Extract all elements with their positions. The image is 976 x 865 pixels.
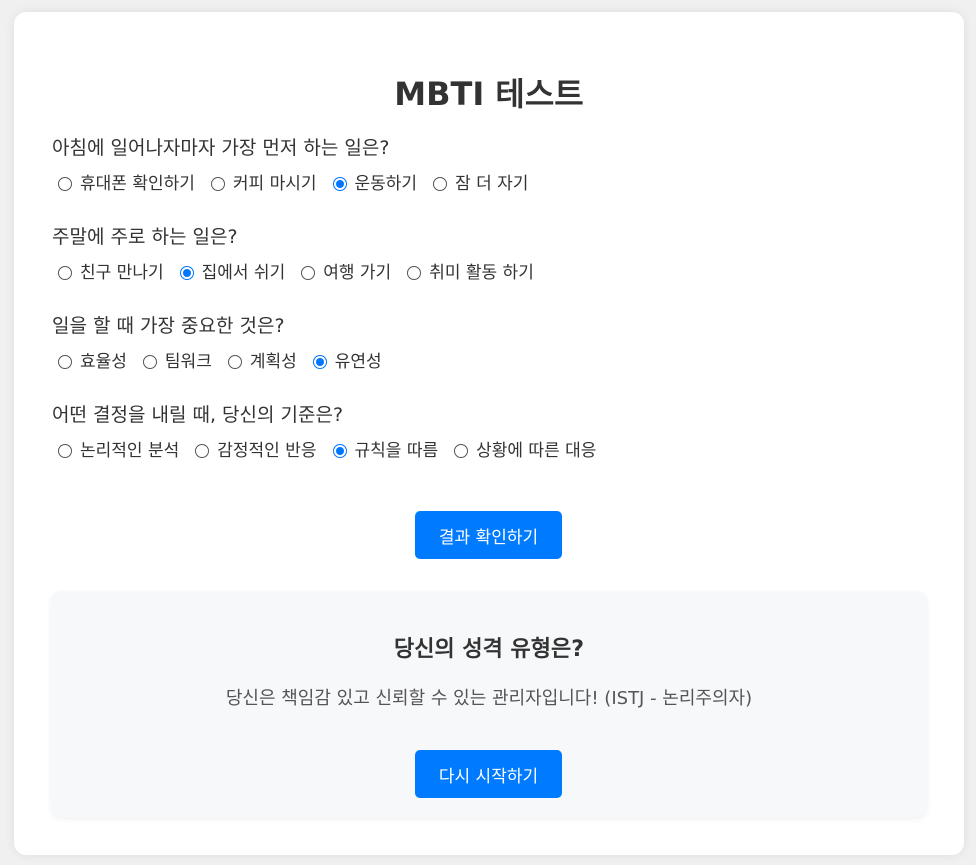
option-label: 여행 가기: [323, 263, 392, 283]
option-3[interactable]: 여행 가기: [295, 262, 391, 284]
option-2[interactable]: 팀워크: [137, 351, 212, 373]
option-1[interactable]: 친구 만나기: [52, 262, 164, 284]
radio-button[interactable]: [58, 266, 72, 280]
question-text: 주말에 주로 하는 일은?: [52, 226, 238, 248]
option-label: 친구 만나기: [80, 263, 164, 283]
result-text: 당신은 책임감 있고 신뢰할 수 있는 관리자입니다! (ISTJ - 논리주의…: [225, 688, 753, 709]
check-result-button[interactable]: 결과 확인하기: [415, 511, 562, 559]
option-label: 규칙을 따름: [354, 441, 439, 461]
option-1[interactable]: 효율성: [52, 351, 127, 373]
option-label: 상황에 따른 대응: [476, 441, 597, 461]
radio-button[interactable]: [142, 355, 157, 369]
option-3[interactable]: 계획성: [222, 351, 297, 373]
radio-button[interactable]: [227, 355, 242, 369]
restart-button[interactable]: 다시 시작하기: [415, 750, 562, 798]
radio-button[interactable]: [195, 444, 210, 458]
radio-button[interactable]: [58, 444, 72, 458]
option-4[interactable]: 취미 활동 하기: [401, 262, 534, 284]
radio-button[interactable]: [210, 177, 225, 191]
radio-button-selected[interactable]: [179, 266, 194, 280]
radio-button[interactable]: [433, 177, 448, 191]
option-4[interactable]: 잠 더 자기: [427, 173, 528, 195]
options-group: 휴대폰 확인하기 커피 마시기 운동하기 잠 더 자기: [52, 172, 932, 196]
radio-button[interactable]: [454, 444, 469, 458]
radio-button[interactable]: [58, 177, 72, 191]
result-title: 당신의 성격 유형은?: [393, 637, 584, 662]
question-2: 주말에 주로 하는 일은? 친구 만나기 집에서 쉬기 여행 가기 취미 활동 …: [52, 224, 932, 285]
radio-button[interactable]: [301, 266, 316, 280]
option-label: 효율성: [80, 352, 127, 372]
question-text: 아침에 일어나자마자 가장 먼저 하는 일은?: [52, 137, 390, 159]
question-text: 어떤 결정을 내릴 때, 당신의 기준은?: [52, 404, 344, 426]
option-label: 유연성: [334, 352, 382, 372]
option-4[interactable]: 유연성: [307, 351, 382, 373]
option-3[interactable]: 운동하기: [327, 173, 418, 195]
radio-button[interactable]: [407, 266, 422, 280]
option-label: 계획성: [249, 352, 297, 372]
option-2[interactable]: 커피 마시기: [205, 173, 317, 195]
option-4[interactable]: 상황에 따른 대응: [448, 440, 596, 462]
option-label: 감정적인 반응: [217, 441, 317, 461]
radio-button[interactable]: [58, 355, 72, 369]
option-label: 논리적인 분석: [80, 441, 180, 461]
options-group: 친구 만나기 집에서 쉬기 여행 가기 취미 활동 하기: [52, 261, 932, 285]
option-2[interactable]: 집에서 쉬기: [174, 262, 286, 284]
option-label: 커피 마시기: [232, 174, 317, 194]
option-label: 운동하기: [354, 174, 418, 194]
question-1: 아침에 일어나자마자 가장 먼저 하는 일은? 휴대폰 확인하기 커피 마시기 …: [52, 135, 932, 196]
option-label: 취미 활동 하기: [429, 263, 534, 283]
result-panel: 당신의 성격 유형은? 당신은 책임감 있고 신뢰할 수 있는 관리자입니다! …: [51, 591, 927, 817]
radio-button-selected[interactable]: [312, 355, 327, 369]
page-title: MBTI 테스트: [394, 75, 584, 113]
question-3: 일을 할 때 가장 중요한 것은? 효율성 팀워크 계획성 유연성: [52, 313, 932, 374]
option-1[interactable]: 논리적인 분석: [52, 440, 179, 462]
option-label: 휴대폰 확인하기: [80, 174, 195, 194]
radio-button-selected[interactable]: [332, 177, 347, 191]
option-label: 팀워크: [164, 352, 212, 372]
option-1[interactable]: 휴대폰 확인하기: [52, 173, 195, 195]
question-4: 어떤 결정을 내릴 때, 당신의 기준은? 논리적인 분석 감정적인 반응 규칙…: [52, 402, 932, 463]
question-text: 일을 할 때 가장 중요한 것은?: [52, 315, 285, 337]
option-label: 집에서 쉬기: [201, 263, 286, 283]
options-group: 효율성 팀워크 계획성 유연성: [52, 350, 932, 374]
option-3[interactable]: 규칙을 따름: [327, 440, 439, 462]
option-label: 잠 더 자기: [455, 174, 529, 194]
radio-button-selected[interactable]: [332, 444, 347, 458]
option-2[interactable]: 감정적인 반응: [189, 440, 317, 462]
options-group: 논리적인 분석 감정적인 반응 규칙을 따름 상황에 따른 대응: [52, 439, 932, 463]
test-card: MBTI 테스트 아침에 일어나자마자 가장 먼저 하는 일은? 휴대폰 확인하…: [14, 12, 964, 855]
